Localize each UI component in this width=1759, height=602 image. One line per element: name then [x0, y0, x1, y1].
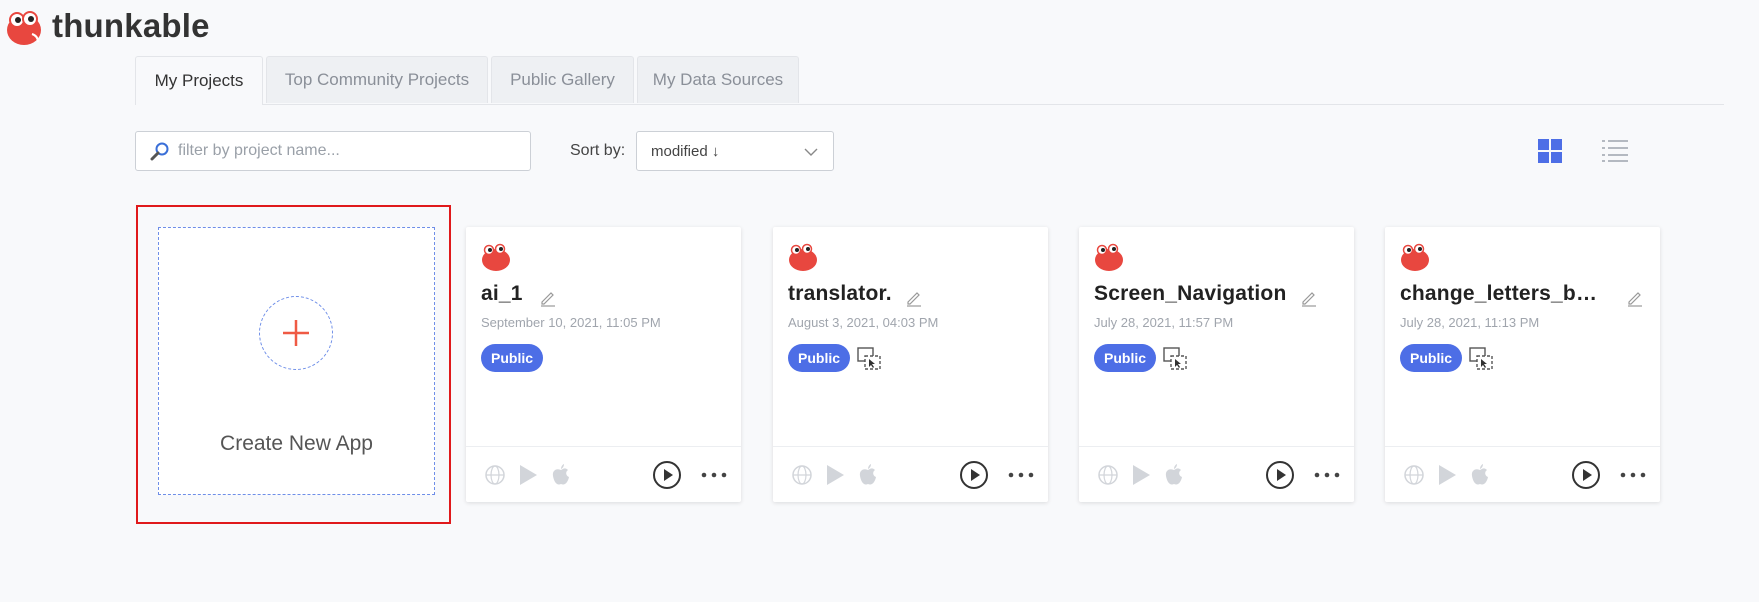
thunkable-mascot-icon: [7, 11, 41, 45]
tab-top-community-projects[interactable]: Top Community Projects: [266, 56, 488, 103]
android-play-icon[interactable]: [825, 464, 845, 486]
grid-view-icon[interactable]: [1538, 139, 1562, 163]
public-badge[interactable]: Public: [1400, 344, 1463, 372]
more-options-icon[interactable]: [1007, 471, 1035, 479]
sort-value: modified ↓: [651, 142, 720, 160]
app-mascot-icon: [482, 243, 510, 271]
project-date: July 28, 2021, 11:13 PM: [1400, 315, 1540, 330]
sort-label: Sort by:: [570, 142, 626, 159]
share-screen-icon[interactable]: [1162, 346, 1190, 374]
play-icon[interactable]: [959, 460, 989, 490]
create-new-app-card[interactable]: Create New App: [158, 227, 435, 495]
plus-icon: [283, 320, 309, 346]
apple-icon[interactable]: [551, 464, 571, 486]
project-search: [135, 131, 531, 171]
tab-my-projects[interactable]: My Projects: [135, 56, 263, 105]
card-footer: [773, 446, 1048, 503]
logo-wordmark: thunkable: [52, 7, 210, 44]
share-screen-icon[interactable]: [856, 346, 884, 374]
public-badge[interactable]: Public: [481, 344, 544, 372]
apple-icon[interactable]: [1470, 464, 1490, 486]
add-circle: [259, 296, 333, 370]
project-card[interactable]: ai_1 September 10, 2021, 11:05 PM Public: [466, 227, 741, 502]
app-mascot-icon: [1095, 243, 1123, 271]
web-globe-icon[interactable]: [484, 464, 506, 486]
top-header: thunkable: [0, 0, 1759, 56]
pencil-icon[interactable]: [1626, 289, 1644, 307]
project-date: August 3, 2021, 04:03 PM: [788, 315, 939, 330]
card-footer: [1079, 446, 1354, 503]
pencil-icon[interactable]: [1300, 289, 1318, 307]
more-options-icon[interactable]: [700, 471, 728, 479]
sort-select[interactable]: modified ↓: [636, 131, 834, 171]
project-name: translator.: [788, 282, 892, 305]
app-mascot-icon: [1401, 243, 1429, 271]
play-icon[interactable]: [1265, 460, 1295, 490]
pencil-icon[interactable]: [905, 289, 923, 307]
chevron-down-icon: [804, 148, 818, 156]
card-footer: [1385, 446, 1660, 503]
app-mascot-icon: [789, 243, 817, 271]
project-name: Screen_Navigation: [1094, 282, 1287, 305]
list-view-icon[interactable]: [1602, 139, 1628, 163]
web-globe-icon[interactable]: [1097, 464, 1119, 486]
web-globe-icon[interactable]: [1403, 464, 1425, 486]
android-play-icon[interactable]: [1131, 464, 1151, 486]
search-icon: [150, 142, 169, 161]
project-tabs: My Projects Top Community Projects Publi…: [135, 56, 1724, 105]
project-card[interactable]: change_letters_by_different_buttons July…: [1385, 227, 1660, 502]
play-icon[interactable]: [1571, 460, 1601, 490]
thunkable-logo[interactable]: thunkable: [4, 6, 210, 46]
project-name: change_letters_by_different_buttons: [1400, 282, 1605, 305]
android-play-icon[interactable]: [518, 464, 538, 486]
web-globe-icon[interactable]: [791, 464, 813, 486]
create-new-app-label: Create New App: [220, 432, 373, 455]
apple-icon[interactable]: [858, 464, 878, 486]
play-icon[interactable]: [652, 460, 682, 490]
project-date: September 10, 2021, 11:05 PM: [481, 315, 661, 330]
project-name: ai_1: [481, 282, 523, 305]
apple-icon[interactable]: [1164, 464, 1184, 486]
pencil-icon[interactable]: [539, 289, 557, 307]
project-card[interactable]: translator. August 3, 2021, 04:03 PM Pub…: [773, 227, 1048, 502]
card-footer: [466, 446, 741, 503]
public-badge[interactable]: Public: [788, 344, 851, 372]
more-options-icon[interactable]: [1619, 471, 1647, 479]
search-input[interactable]: [176, 141, 520, 161]
project-date: July 28, 2021, 11:57 PM: [1094, 315, 1234, 330]
tab-public-gallery[interactable]: Public Gallery: [491, 56, 634, 103]
tab-my-data-sources[interactable]: My Data Sources: [637, 56, 799, 103]
project-card[interactable]: Screen_Navigation July 28, 2021, 11:57 P…: [1079, 227, 1354, 502]
android-play-icon[interactable]: [1437, 464, 1457, 486]
more-options-icon[interactable]: [1313, 471, 1341, 479]
share-screen-icon[interactable]: [1468, 346, 1496, 374]
public-badge[interactable]: Public: [1094, 344, 1157, 372]
